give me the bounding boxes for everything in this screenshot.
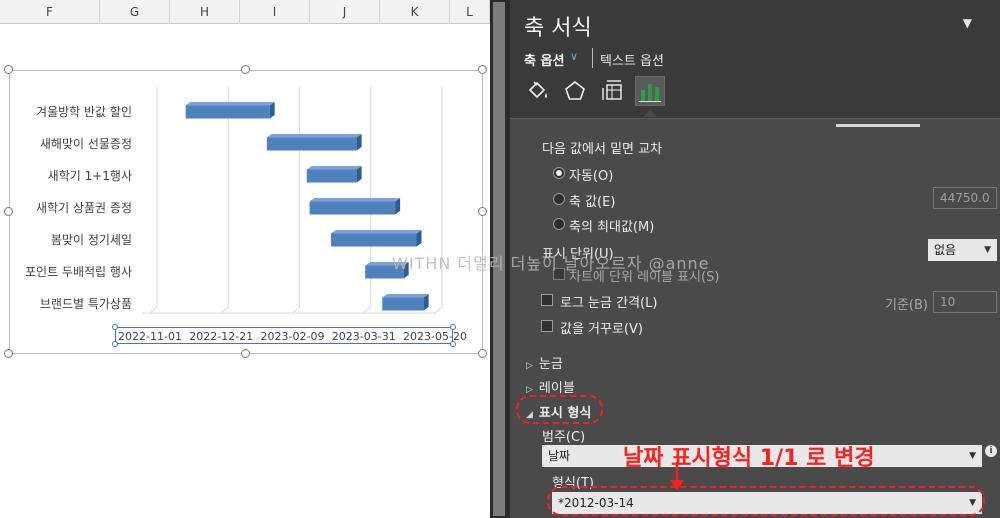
- display-units-value: 없음: [934, 243, 957, 257]
- gantt-bar: [185, 105, 270, 119]
- bar-chart-icon[interactable]: [635, 76, 665, 106]
- radio-axis-value-label[interactable]: 축 값(E): [569, 191, 615, 210]
- display-units-select[interactable]: 없음 ▼: [928, 239, 997, 261]
- reverse-checkbox[interactable]: [541, 320, 553, 332]
- horizontal-axis-selection[interactable]: [115, 327, 453, 344]
- axis-handle[interactable]: [112, 341, 118, 347]
- category-label: 새해맞이 선물증정: [40, 137, 132, 151]
- pane-header: 축 서식 ▼ 축 옵션 ∨ 텍스트 옵션: [510, 0, 1000, 118]
- tab-text-options[interactable]: 텍스트 옵션: [600, 50, 664, 69]
- pentagon-icon[interactable]: [560, 76, 590, 106]
- gridline-depth: [363, 306, 372, 314]
- chevron-down-icon[interactable]: ▼: [984, 239, 991, 261]
- resize-handle[interactable]: [478, 207, 487, 216]
- section-ticks[interactable]: ▷ 눈금: [526, 353, 563, 372]
- column-header-H[interactable]: H: [170, 0, 240, 24]
- gantt-bar: [382, 297, 424, 311]
- category-label: 겨울방학 반값 할인: [36, 105, 132, 119]
- section-labels[interactable]: ▷ 레이블: [526, 377, 575, 396]
- reverse-label[interactable]: 값을 거꾸로(V): [560, 318, 643, 337]
- chart-plot-area[interactable]: 2022-11-01 2022-12-21 2023-02-09 2023-03-31…: [10, 71, 484, 355]
- category-label: 새학기 1+1행사: [48, 168, 132, 183]
- base-field[interactable]: 10: [933, 291, 997, 313]
- log-scale-label[interactable]: 로그 눈금 간격(L): [560, 292, 657, 311]
- gridline-depth: [149, 306, 158, 314]
- watermark: WITHN 더멀리 더높이 날아오르자 @anne: [392, 254, 710, 273]
- pane-title: 축 서식: [524, 16, 592, 41]
- axis-value-field[interactable]: 44750.0: [933, 187, 997, 209]
- size-properties-icon[interactable]: [598, 76, 628, 106]
- gridline-depth: [220, 306, 229, 314]
- column-header-J[interactable]: J: [310, 0, 380, 24]
- tab-pointer: [643, 110, 657, 117]
- bar-top: [382, 294, 429, 298]
- column-header-I[interactable]: I: [240, 0, 310, 24]
- tab-axis-options[interactable]: 축 옵션: [524, 50, 564, 69]
- category-label: 범주(C): [542, 430, 586, 445]
- axis-handle[interactable]: [112, 324, 118, 330]
- base-label: 기준(B): [885, 298, 928, 313]
- gridline-depth: [434, 306, 443, 314]
- divider: [592, 48, 593, 68]
- gantt-bar: [309, 201, 396, 215]
- radio-axis-value[interactable]: [553, 193, 565, 205]
- cross-heading: 다음 값에서 밑면 교차: [542, 142, 663, 157]
- arrow-down-icon: [670, 462, 684, 490]
- chevron-right-icon: ▷: [526, 385, 533, 395]
- chevron-down-icon[interactable]: ▼: [963, 16, 972, 30]
- bar-top: [306, 166, 362, 170]
- gantt-bar: [266, 137, 357, 151]
- category-value: 날짜: [548, 449, 571, 463]
- annotation-ellipse: [547, 486, 985, 516]
- category-label: 브랜드별 특가상품: [40, 297, 132, 311]
- gantt-bar: [306, 169, 357, 183]
- column-header-row: F G H I J K L: [0, 0, 490, 24]
- bar-top: [309, 198, 401, 202]
- resize-handle[interactable]: [478, 65, 487, 74]
- axis-handle[interactable]: [450, 324, 456, 330]
- chevron-right-icon: ▷: [526, 361, 533, 371]
- log-scale-checkbox[interactable]: [541, 294, 553, 306]
- resize-handle[interactable]: [241, 65, 250, 74]
- resize-handle[interactable]: [241, 349, 250, 358]
- radio-auto[interactable]: [553, 167, 565, 179]
- resize-handle[interactable]: [4, 65, 13, 74]
- column-header-G[interactable]: G: [100, 0, 170, 24]
- annotation-text: 날짜 표시형식 1/1 로 변경: [623, 446, 875, 471]
- divider: [510, 118, 1000, 119]
- column-header-L[interactable]: L: [450, 0, 490, 24]
- resize-handle[interactable]: [4, 349, 13, 358]
- resize-handle[interactable]: [478, 349, 487, 358]
- category-label: 포인트 두배적립 행사: [25, 264, 132, 279]
- radio-auto-label[interactable]: 자동(O): [569, 165, 613, 184]
- radio-axis-max-label[interactable]: 축의 최대값(M): [569, 216, 654, 235]
- gantt-bar: [330, 233, 417, 247]
- gantt-chart[interactable]: 2022-11-01 2022-12-21 2023-02-09 2023-03-31…: [9, 70, 483, 354]
- bar-top: [330, 230, 422, 234]
- column-header-F[interactable]: F: [0, 0, 100, 24]
- fill-bucket-icon[interactable]: [522, 76, 552, 106]
- bar-top: [185, 102, 275, 106]
- gridline-depth: [292, 306, 300, 314]
- category-label: 봄맞이 정기세일: [51, 233, 132, 247]
- scroll-indicator: [836, 124, 920, 127]
- bar-top: [266, 134, 362, 138]
- chevron-down-icon[interactable]: ∨: [570, 50, 578, 63]
- resize-handle[interactable]: [4, 207, 13, 216]
- category-label: 새학기 상품권 증정: [36, 201, 132, 215]
- info-icon[interactable]: i: [985, 445, 997, 457]
- annotation-ellipse: [516, 395, 603, 424]
- axis-handle[interactable]: [450, 341, 456, 347]
- radio-axis-max[interactable]: [553, 218, 565, 230]
- column-header-K[interactable]: K: [380, 0, 450, 24]
- chevron-down-icon[interactable]: ▼: [969, 445, 976, 467]
